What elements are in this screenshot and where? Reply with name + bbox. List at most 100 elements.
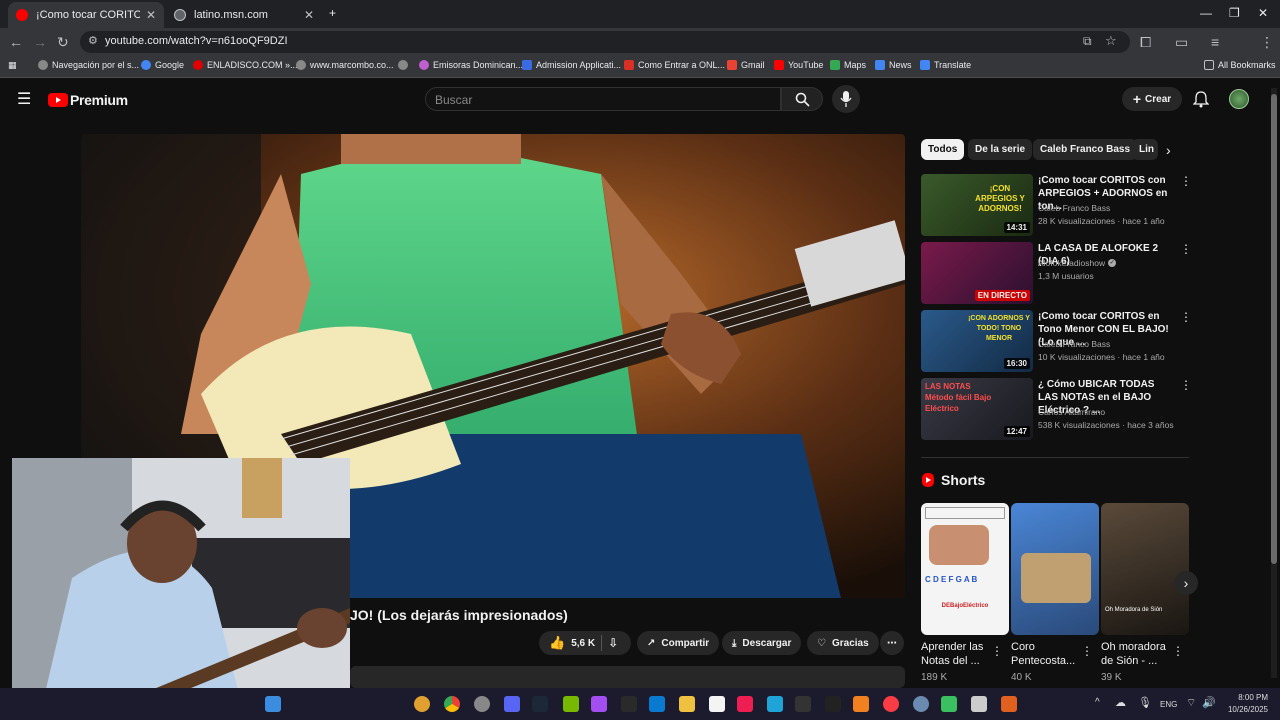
chip-more[interactable]: Lin xyxy=(1132,139,1158,160)
bookmark-item[interactable]: Admission Applicati... xyxy=(522,60,621,70)
new-tab-icon[interactable]: + xyxy=(329,6,336,20)
bookmark-item[interactable]: Emisoras Dominican... xyxy=(419,60,523,70)
short-title[interactable]: Aprender las Notas del ... xyxy=(921,640,1001,668)
download-button[interactable]: ⤓ Descargar xyxy=(722,631,802,655)
youtube-logo[interactable]: Premium xyxy=(48,92,128,108)
close-tab-icon[interactable]: ✕ xyxy=(304,8,314,22)
bookmark-item[interactable]: News xyxy=(875,60,912,70)
discord-icon[interactable] xyxy=(504,696,520,712)
more-vert-icon[interactable]: ⋮ xyxy=(1180,310,1192,324)
close-window-icon[interactable]: ✕ xyxy=(1258,6,1268,20)
app-icon[interactable] xyxy=(767,696,783,712)
user-avatar[interactable] xyxy=(1229,89,1249,109)
minimize-icon[interactable]: — xyxy=(1200,6,1212,20)
all-bookmarks[interactable]: All Bookmarks xyxy=(1204,60,1276,70)
more-vert-icon[interactable]: ⋮ xyxy=(1172,644,1184,658)
search-input[interactable]: Buscar xyxy=(425,87,781,111)
install-app-icon[interactable]: ⧉ xyxy=(1083,34,1092,49)
bookmark-item[interactable]: Gmail xyxy=(727,60,765,70)
file-explorer-icon[interactable] xyxy=(679,696,695,712)
notepad-icon[interactable] xyxy=(709,696,725,712)
epic-games-icon[interactable] xyxy=(825,696,841,712)
page-scrollbar[interactable] xyxy=(1271,88,1277,678)
wifi-icon[interactable]: ⌔ xyxy=(1186,696,1196,710)
address-bar[interactable]: ⚙ youtube.com/watch?v=n61ooQF9DZI ⧉ ☆ xyxy=(80,31,1130,53)
recommendation-item[interactable]: LAS NOTAS Método fácil Bajo Eléctrico 12… xyxy=(921,378,1192,440)
settings-icon[interactable] xyxy=(913,696,929,712)
more-actions-button[interactable]: ⋯ xyxy=(880,631,904,655)
bookmark-item[interactable]: Como Entrar a ONL... xyxy=(624,60,725,70)
like-count[interactable]: 5,6 K xyxy=(571,638,595,649)
tab-youtube[interactable]: ¡Como tocar CORITOS Tono Ma ✕ xyxy=(8,2,164,28)
description-box[interactable] xyxy=(350,666,905,688)
chip-series[interactable]: De la serie xyxy=(968,139,1033,160)
chip-all[interactable]: Todos xyxy=(921,139,965,160)
menu-dots-icon[interactable]: ⋮ xyxy=(1260,34,1274,51)
site-info-icon[interactable]: ⚙ xyxy=(88,34,98,47)
vlc-icon[interactable] xyxy=(853,696,869,712)
chevron-right-icon[interactable]: › xyxy=(1166,142,1171,158)
store-icon[interactable] xyxy=(649,696,665,712)
more-vert-icon[interactable]: ⋮ xyxy=(1180,378,1192,392)
shorts-next-button[interactable]: › xyxy=(1174,571,1198,595)
language-indicator[interactable]: ENG xyxy=(1160,700,1177,709)
github-icon[interactable] xyxy=(474,696,490,712)
restore-icon[interactable]: ❐ xyxy=(1229,6,1240,20)
search-button[interactable] xyxy=(781,87,823,111)
video-thumbnail[interactable]: LAS NOTAS Método fácil Bajo Eléctrico 12… xyxy=(921,378,1033,440)
more-vert-icon[interactable]: ⋮ xyxy=(991,644,1003,658)
chip-channel[interactable]: Caleb Franco Bass xyxy=(1033,139,1138,160)
music-icon[interactable] xyxy=(883,696,899,712)
chrome-icon[interactable] xyxy=(444,696,460,712)
bookmark-item[interactable]: Translate xyxy=(920,60,971,70)
cloud-icon[interactable]: ☁ xyxy=(1115,696,1126,709)
thumbs-down-icon[interactable]: ⇩ xyxy=(608,636,618,650)
app-icon[interactable] xyxy=(795,696,811,712)
bookmark-item[interactable]: Navegación por el s... xyxy=(38,60,139,70)
short-title[interactable]: Coro Pentecosta... xyxy=(1011,640,1091,668)
reload-icon[interactable]: ↻ xyxy=(57,34,69,51)
tiktok-icon[interactable] xyxy=(737,696,753,712)
video-thumbnail[interactable]: ¡CON ARPEGIOS Y ADORNOS! 14:31 xyxy=(921,174,1033,236)
short-thumbnail[interactable]: C D E F G A B DEBajoEléctrico xyxy=(921,503,1009,635)
voice-search-button[interactable] xyxy=(832,85,860,113)
share-button[interactable]: ↗ Compartir xyxy=(637,631,720,655)
tab-msn[interactable]: latino.msn.com ✕ xyxy=(166,2,322,28)
more-vert-icon[interactable]: ⋮ xyxy=(1180,174,1192,188)
back-icon[interactable]: ← xyxy=(9,34,23,50)
thanks-button[interactable]: ♡ Gracias xyxy=(807,631,879,655)
short-thumbnail[interactable]: Oh Moradora de Sión xyxy=(1101,503,1189,635)
scrollbar-thumb[interactable] xyxy=(1271,94,1277,564)
nvidia-icon[interactable] xyxy=(563,696,579,712)
video-thumbnail[interactable]: ¡CON ADORNOS Y TODO! TONO MENOR 16:30 xyxy=(921,310,1033,372)
more-vert-icon[interactable]: ⋮ xyxy=(1081,644,1093,658)
close-tab-icon[interactable]: ✕ xyxy=(146,8,156,22)
app-icon[interactable] xyxy=(941,696,957,712)
hamburger-menu-icon[interactable]: ☰ xyxy=(17,89,31,109)
notifications-bell-icon[interactable] xyxy=(1193,91,1209,108)
thumbs-up-icon[interactable]: 👍 xyxy=(549,635,565,651)
extensions-icon[interactable]: ⧠ xyxy=(1140,34,1151,51)
recommendation-item[interactable]: ¡CON ADORNOS Y TODO! TONO MENOR 16:30 ¡C… xyxy=(921,310,1192,372)
bookmark-item[interactable]: www.marcombo.co... xyxy=(296,60,394,70)
app-icon[interactable] xyxy=(1001,696,1017,712)
create-button[interactable]: + Crear xyxy=(1122,87,1182,111)
forward-icon[interactable]: → xyxy=(33,34,47,50)
clock-time[interactable]: 8:00 PM xyxy=(1230,693,1268,702)
app-icon[interactable] xyxy=(621,696,637,712)
recommendation-item[interactable]: ¡CON ARPEGIOS Y ADORNOS! 14:31 ¡Como toc… xyxy=(921,174,1192,236)
steam-icon[interactable] xyxy=(532,696,548,712)
clock-date[interactable]: 10/26/2025 xyxy=(1222,705,1268,714)
bookmark-star-icon[interactable]: ☆ xyxy=(1105,33,1117,49)
video-thumbnail[interactable]: EN DIRECTO xyxy=(921,242,1033,304)
bookmark-item[interactable]: Maps xyxy=(830,60,866,70)
recommendation-item[interactable]: EN DIRECTO LA CASA DE ALOFOKE 2 (DIA 6) … xyxy=(921,242,1192,304)
microphone-tray-icon[interactable]: 🎙 xyxy=(1138,696,1152,709)
start-windows-icon[interactable] xyxy=(265,696,281,712)
bookmark-item[interactable] xyxy=(398,60,412,70)
apps-grid-icon[interactable]: ▦ xyxy=(8,60,17,71)
short-thumbnail[interactable] xyxy=(1011,503,1099,635)
more-vert-icon[interactable]: ⋮ xyxy=(1180,242,1192,256)
app-icon[interactable] xyxy=(971,696,987,712)
bookmark-item[interactable]: ENLADISCO.COM »... xyxy=(193,60,298,70)
